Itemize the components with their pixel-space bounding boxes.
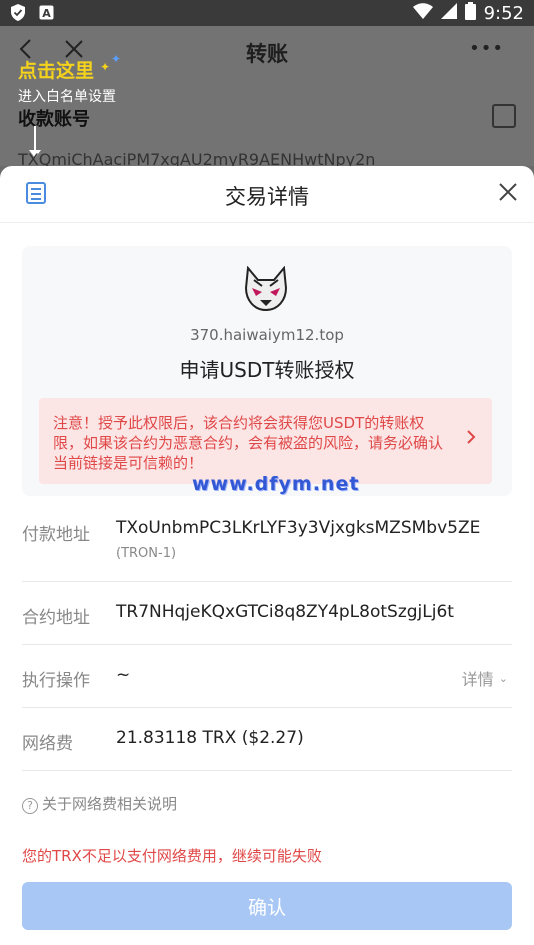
recipient-label: 收款账号 — [18, 109, 90, 130]
sheet-header: 交易详情 — [0, 166, 534, 223]
battery-icon — [464, 2, 476, 25]
signal-icon — [440, 3, 457, 24]
operation-row[interactable]: 执行操作 ~ 详情 ⌄ — [22, 644, 512, 708]
sheet-close-icon[interactable] — [498, 176, 518, 209]
dapp-logo — [242, 265, 290, 312]
row-label: 网络费 — [22, 734, 73, 754]
row-label: 合约地址 — [22, 608, 90, 628]
sheet-title: 交易详情 — [225, 185, 309, 209]
fee-info-link[interactable]: ? 关于网络费相关说明 — [22, 793, 177, 814]
status-bar: A 9:52 — [0, 0, 534, 26]
operation-value: ~ — [116, 665, 131, 685]
network-fee-row: 网络费 21.83118 TRX ($2.27) — [22, 707, 512, 771]
shield-icon — [10, 4, 26, 21]
fee-info-label: 关于网络费相关说明 — [42, 795, 178, 813]
confirm-button[interactable]: 确认 — [22, 882, 512, 930]
approval-warning-text: 注意！授予此权限后，该合约将会获得您USDT的转账权限，如果该合约为恶意合约，会… — [53, 414, 444, 472]
sparkle-icon: ✦ — [111, 52, 122, 66]
notification-a-icon: A — [38, 4, 54, 21]
network-fee-value: 21.83118 TRX ($2.27) — [116, 728, 304, 748]
row-label: 付款地址 — [22, 525, 90, 545]
payer-network: (TRON-1) — [116, 546, 177, 561]
sparkle-icon: ✦ — [100, 60, 111, 74]
whitelist-tip-subtitle: 进入白名单设置 — [18, 89, 116, 105]
whitelist-tip-title[interactable]: 点击这里 — [18, 56, 94, 83]
svg-text:A: A — [42, 7, 51, 20]
contract-address-row: 合约地址 TR7NHqjeKQxGTCi8q8ZY4pL8otSzgjLj6t — [22, 581, 512, 645]
transaction-details-sheet: 交易详情 370.haiwaiym12.top 申请USDT转账授权 注意！授予… — [0, 166, 534, 945]
address-book-icon[interactable] — [492, 104, 516, 128]
dapp-card: 370.haiwaiym12.top 申请USDT转账授权 注意！授予此权限后，… — [22, 246, 512, 496]
chevron-down-icon: ⌄ — [498, 672, 508, 685]
contract-address: TR7NHqjeKQxGTCi8q8ZY4pL8otSzgjLj6t — [116, 602, 454, 622]
details-label: 详情 — [461, 670, 494, 689]
question-icon: ? — [22, 798, 38, 814]
more-menu-icon[interactable]: ••• — [469, 38, 504, 59]
details-link[interactable]: 详情 ⌄ — [462, 666, 508, 690]
watermark: www.dfym.net — [192, 473, 360, 495]
payer-address-row: 付款地址 TXoUnbmPC3LKrLYF3y3VjxgksMZSMbv5ZE … — [22, 496, 512, 582]
approval-warning[interactable]: 注意！授予此权限后，该合约将会获得您USDT的转账权限，如果该合约为恶意合约，会… — [39, 398, 492, 484]
payer-address: TXoUnbmPC3LKrLYF3y3VjxgksMZSMbv5ZE — [116, 518, 481, 538]
request-title: 申请USDT转账授权 — [179, 358, 355, 382]
chevron-right-icon — [466, 426, 476, 451]
status-time: 9:52 — [483, 3, 524, 24]
insufficient-balance-warning: 您的TRX不足以支付网络费用，继续可能失败 — [22, 847, 322, 865]
row-label: 执行操作 — [22, 671, 90, 691]
dapp-domain: 370.haiwaiym12.top — [190, 326, 344, 344]
wifi-icon — [412, 3, 433, 24]
